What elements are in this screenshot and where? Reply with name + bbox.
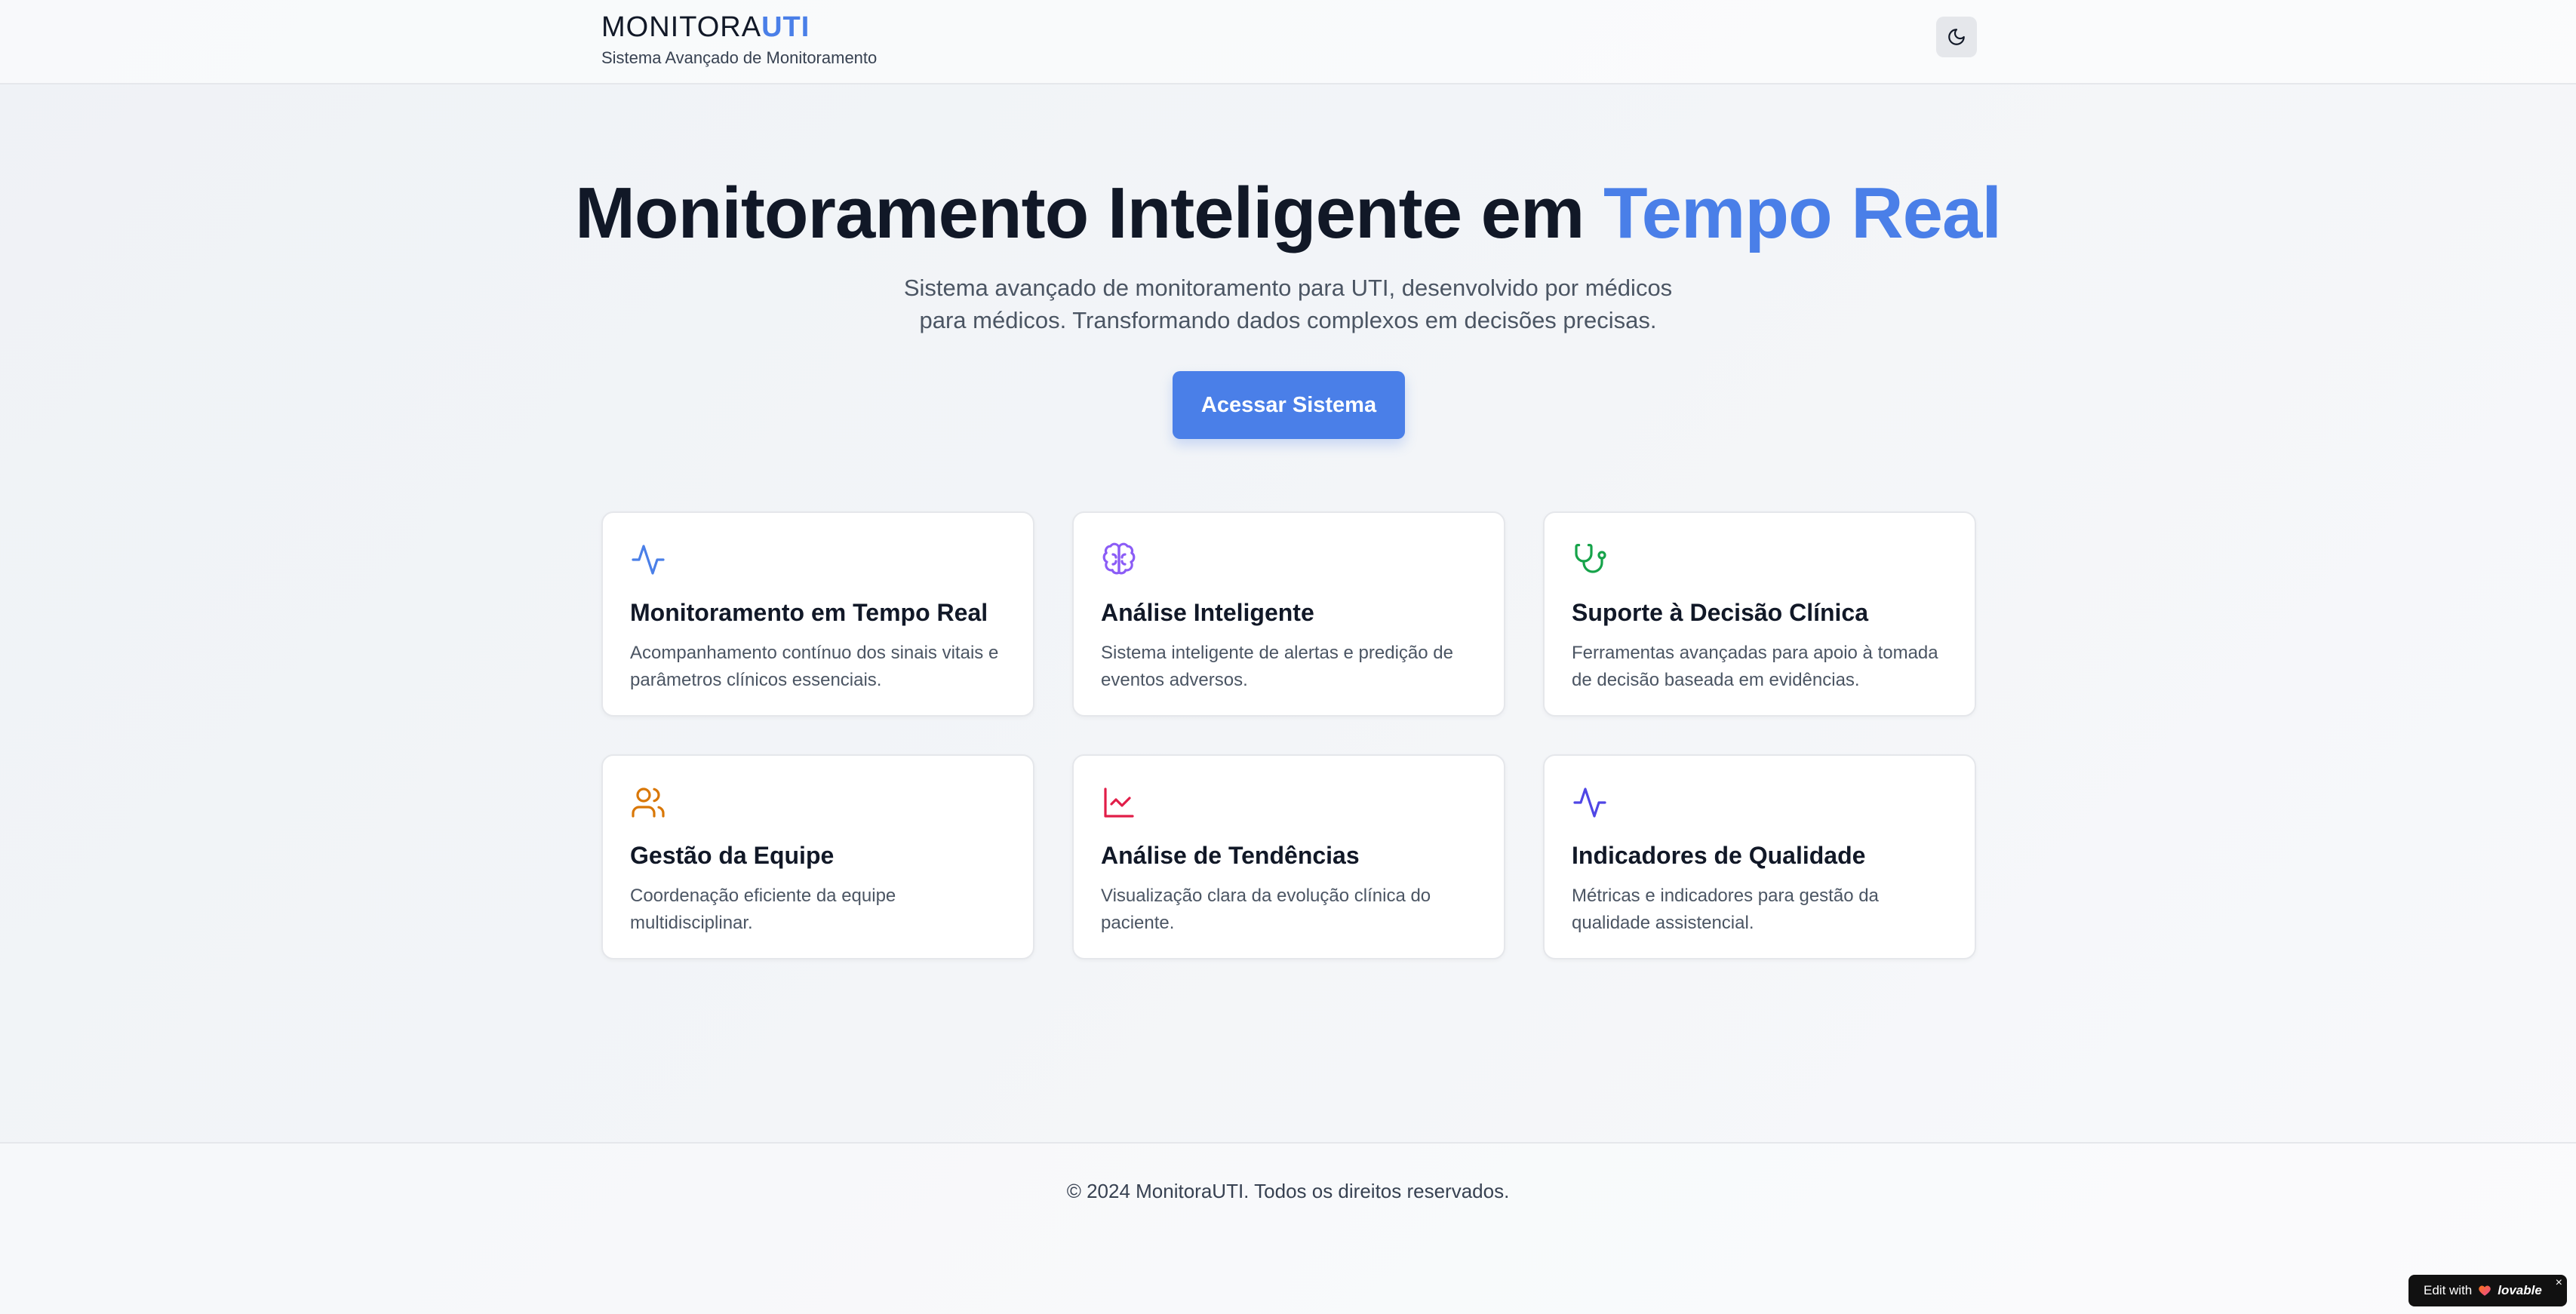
feature-title: Análise Inteligente — [1101, 599, 1314, 626]
feature-description: Coordenação eficiente da equipe multidis… — [630, 886, 896, 933]
hero-title-main: Monitoramento Inteligente em — [574, 173, 1604, 253]
activity-icon — [1573, 787, 1606, 818]
activity-icon — [632, 545, 665, 575]
hero-title-accent: Tempo Real — [1603, 173, 2002, 253]
badge-brand: lovable — [2498, 1283, 2542, 1297]
feature-description: Visualização clara da evolução clínica d… — [1101, 886, 1431, 933]
feature-description: Acompanhamento contínuo dos sinais vitai… — [630, 643, 999, 690]
feature-title: Monitoramento em Tempo Real — [630, 599, 988, 626]
feature-title: Suporte à Decisão Clínica — [1572, 599, 1869, 626]
feature-description: Sistema inteligente de alertas e prediçã… — [1101, 643, 1453, 690]
brain-icon — [1102, 542, 1136, 575]
badge-prefix: Edit with — [2424, 1283, 2473, 1297]
line-chart-icon — [1104, 787, 1134, 818]
feature-card-clinical-decision-support: Suporte à Decisão Clínica Ferramentas av… — [1543, 511, 1976, 717]
theme-toggle-button[interactable] — [1936, 17, 1977, 57]
users-icon — [632, 787, 665, 818]
brand-accent: UTI — [761, 11, 810, 43]
access-system-button[interactable]: Acessar Sistema — [1173, 371, 1405, 439]
feature-title: Análise de Tendências — [1101, 842, 1360, 869]
brand-logo: MONITORAUTI — [601, 11, 877, 44]
brand-subtitle: Sistema Avançado de Monitoramento — [601, 48, 878, 67]
feature-description: Ferramentas avançadas para apoio à tomad… — [1572, 643, 1938, 690]
stethoscope-icon — [1575, 544, 1606, 573]
moon-icon — [1948, 29, 1965, 45]
feature-card-smart-analysis: Análise Inteligente Sistema inteligente … — [1072, 511, 1505, 717]
feature-title: Indicadores de Qualidade — [1572, 842, 1866, 869]
feature-card-trend-analysis: Análise de Tendências Visualização clara… — [1072, 754, 1505, 959]
feature-description: Métricas e indicadores para gestão da qu… — [1572, 886, 1879, 933]
hero-title: Monitoramento Inteligente em Tempo Real — [0, 172, 2576, 255]
hero-description-line2: para médicos. Transformando dados comple… — [919, 307, 1657, 333]
top-header: MONITORAUTI Sistema Avançado de Monitora… — [0, 0, 2576, 84]
brand-prefix: MONITORA — [601, 11, 762, 43]
feature-card-team-management: Gestão da Equipe Coordenação eficiente d… — [601, 754, 1034, 959]
copyright-text: © 2024 MonitoraUTI. Todos os direitos re… — [1066, 1180, 1510, 1202]
footer: © 2024 MonitoraUTI. Todos os direitos re… — [0, 1142, 2576, 1314]
feature-card-realtime-monitoring: Monitoramento em Tempo Real Acompanhamen… — [601, 511, 1034, 717]
page: MONITORAUTI Sistema Avançado de Monitora… — [0, 0, 2576, 1314]
hero-description-line1: Sistema avançado de monitoramento para U… — [903, 275, 1673, 301]
hero-description: Sistema avançado de monitoramento para U… — [873, 272, 1703, 336]
brand[interactable]: MONITORAUTI Sistema Avançado de Monitora… — [601, 11, 877, 68]
close-icon[interactable]: × — [2556, 1276, 2562, 1290]
feature-title: Gestão da Equipe — [630, 842, 835, 869]
feature-card-quality-indicators: Indicadores de Qualidade Métricas e indi… — [1543, 754, 1976, 959]
edit-with-lovable-badge[interactable]: Edit with lovable × — [2408, 1275, 2567, 1306]
heart-icon — [2479, 1285, 2491, 1296]
